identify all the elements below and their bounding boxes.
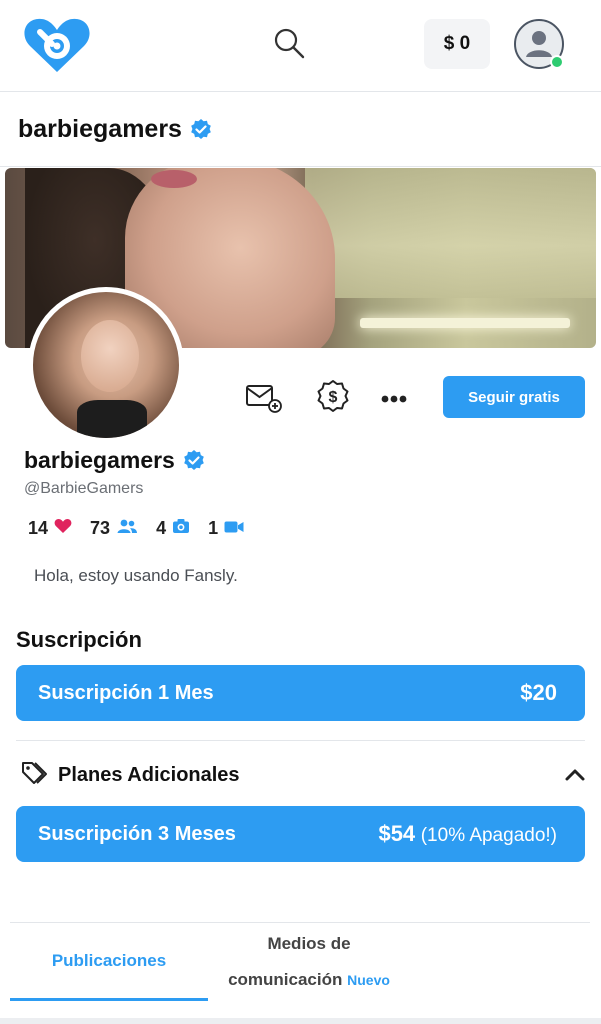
stat-followers: 73 [90,518,138,539]
stat-likes: 14 [28,518,72,539]
profile-avatar[interactable] [28,287,184,443]
likes-count: 14 [28,518,49,538]
top-bar: $ 0 [0,0,601,92]
new-badge: Nuevo [347,972,390,988]
profile-stats: 14 73 4 1 [28,518,244,539]
page-title-row: barbiegamers [0,93,601,167]
plan-discount: (10% Apagado!) [420,825,557,846]
more-options-icon[interactable] [374,378,414,418]
content-tabs: Publicaciones Medios de comunicación Nue… [10,922,590,1002]
additional-plans-title: Planes Adicionales [58,763,240,786]
subscription-1-month-button[interactable]: Suscripción 1 Mes $20 [16,665,585,721]
tip-dollar-icon[interactable]: $ [313,376,353,416]
followers-count: 73 [90,518,111,538]
plan-label: Suscripción 1 Mes [38,681,214,704]
user-handle: @BarbieGamers [24,480,144,497]
chevron-up-icon[interactable] [564,764,586,791]
message-icon[interactable] [244,378,284,418]
verified-badge-icon [190,118,212,141]
page-title: barbiegamers [18,115,182,143]
section-divider [16,740,585,741]
stat-photos: 4 [156,518,190,539]
tab-label-line1: Medios de [267,934,351,953]
subscription-section-title: Suscripción [16,627,142,652]
video-camera-icon [224,518,244,539]
videos-count: 1 [208,518,219,538]
user-avatar-icon[interactable] [514,19,564,69]
camera-icon [172,518,190,539]
wallet-balance-button[interactable]: $ 0 [424,19,490,69]
profile-bio: Hola, estoy usando Fansly. [34,566,238,585]
display-name: barbiegamers [24,447,175,473]
tab-label-line2: comunicación [228,970,343,989]
followers-icon [116,518,138,539]
online-status-dot [550,55,564,69]
subscription-3-months-button[interactable]: Suscripción 3 Meses $54 (10% Apagado!) [16,806,585,862]
display-name-row: barbiegamers [24,447,205,474]
verified-badge-icon [183,449,205,472]
plan-label: Suscripción 3 Meses [38,822,236,845]
additional-plans-toggle[interactable]: Planes Adicionales [20,760,586,790]
plan-price: $20 [520,680,557,705]
price-tag-icon [20,760,50,791]
svg-text:$: $ [329,389,338,406]
plan-price: $54 [378,821,416,846]
photos-count: 4 [156,518,167,538]
stat-videos: 1 [208,518,244,539]
follow-free-button[interactable]: Seguir gratis [443,376,585,418]
heart-logo-icon[interactable] [22,16,92,74]
tab-label: Publicaciones [51,950,167,970]
tab-publications[interactable]: Publicaciones [10,923,208,1001]
heart-icon [54,518,72,539]
tab-media[interactable]: Medios de comunicación Nuevo [214,923,404,1001]
search-icon[interactable] [272,26,306,60]
bottom-divider [0,1018,601,1024]
